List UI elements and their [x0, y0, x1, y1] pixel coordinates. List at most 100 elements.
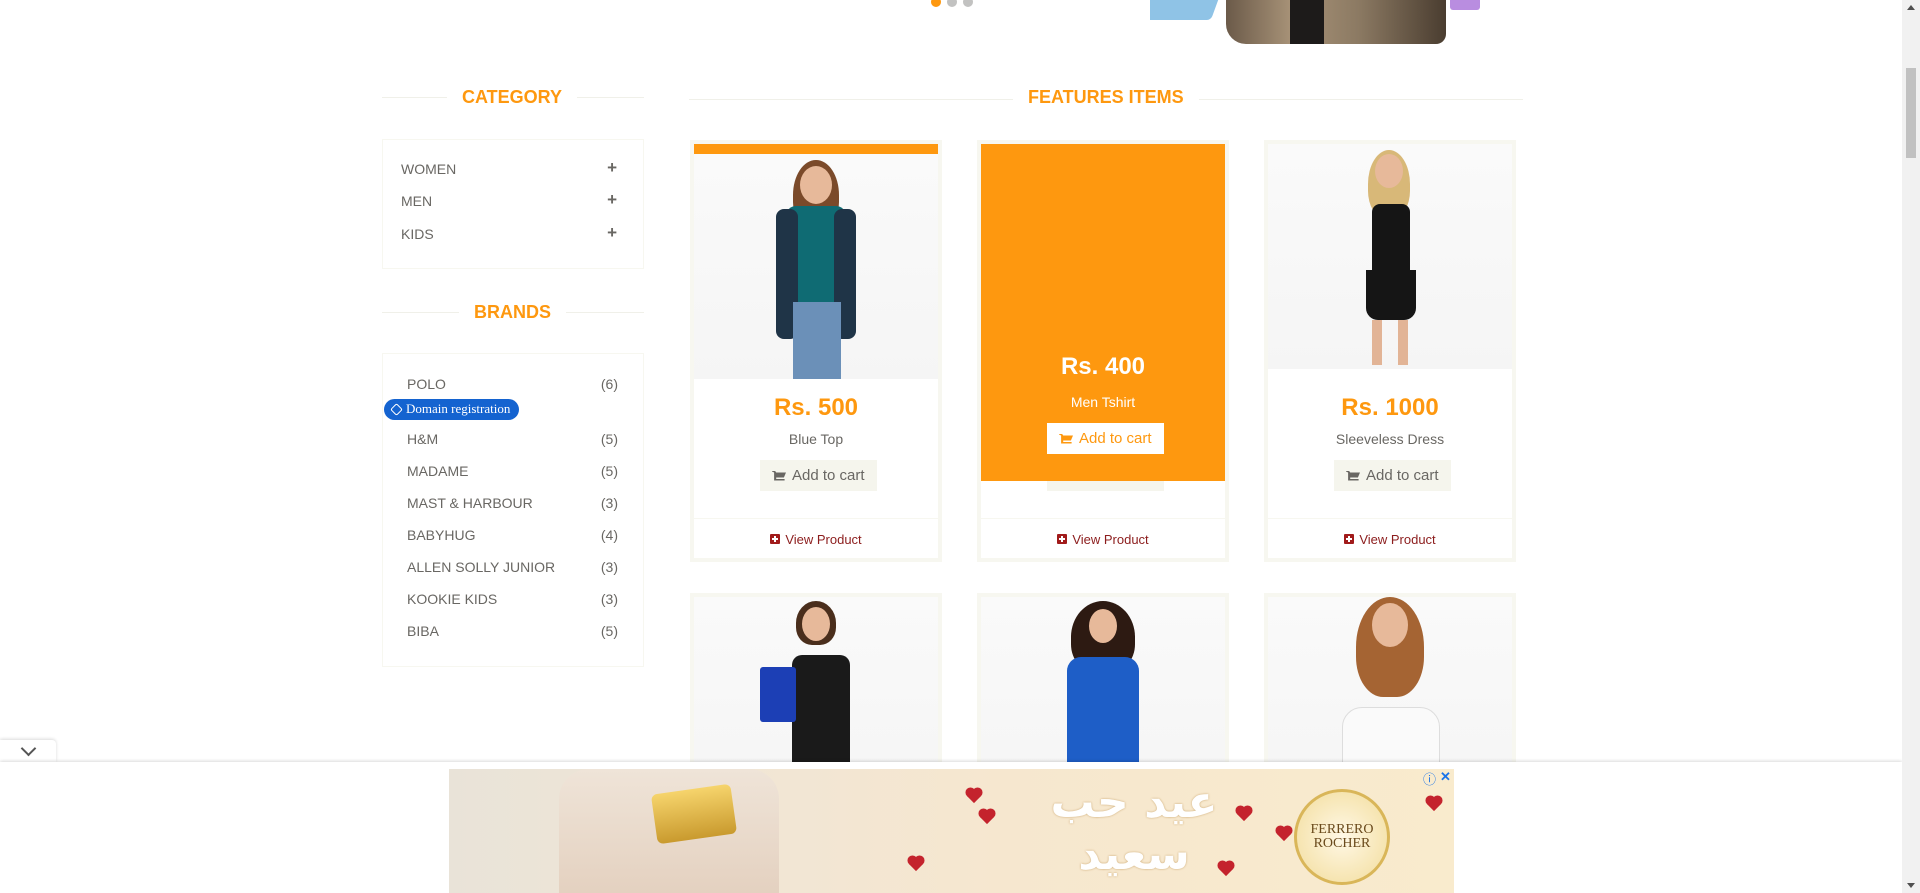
- brand-item-mast-harbour[interactable]: MAST & HARBOUR (3): [407, 495, 618, 511]
- product-name: Sleeveless Dress: [1335, 431, 1445, 447]
- product-price: Rs. 500: [773, 394, 859, 421]
- heart-icon: [979, 809, 995, 825]
- plus-square-icon: [1344, 534, 1355, 544]
- plus-square-icon: [770, 534, 781, 544]
- add-to-cart-button[interactable]: Add to cart: [1334, 460, 1451, 491]
- brand-item-babyhug[interactable]: BABYHUG (4): [407, 527, 618, 543]
- domain-registration-tag[interactable]: Domain registration: [384, 399, 520, 420]
- brand-label[interactable]: ALLEN SOLLY JUNIOR: [407, 559, 555, 575]
- brand-item-polo[interactable]: POLO (6): [407, 376, 618, 392]
- brand-label[interactable]: H&M: [407, 431, 438, 447]
- tag-icon: [390, 402, 403, 416]
- view-product-label[interactable]: View Product: [1359, 532, 1435, 547]
- brand-label[interactable]: MADAME: [407, 463, 468, 479]
- brand-label[interactable]: BIBA: [407, 623, 439, 639]
- ad-headline: عيد حب سعيد: [1050, 777, 1218, 880]
- product-overlay[interactable]: Rs. 400 Men Tshirt Add to cart: [981, 144, 1225, 481]
- view-product-label[interactable]: View Product: [1072, 532, 1148, 547]
- brand-item-allen-solly-junior[interactable]: ALLEN SOLLY JUNIOR (3): [407, 559, 618, 575]
- product-card: Add to cart Rs. 400 Men Tshirt Add to ca…: [977, 140, 1229, 562]
- hover-strip: [694, 144, 938, 154]
- slider-image: [1150, 0, 1500, 44]
- brand-label[interactable]: BABYHUG: [407, 527, 475, 543]
- heart-icon: [1426, 796, 1442, 812]
- category-item-women[interactable]: WOMEN +: [401, 159, 617, 177]
- shopping-cart-icon: [1346, 470, 1360, 481]
- brands-heading: BRANDS: [459, 302, 567, 323]
- category-label[interactable]: MEN: [401, 193, 432, 209]
- product-price: Rs. 400: [1060, 353, 1146, 380]
- plus-icon[interactable]: +: [607, 224, 617, 242]
- product-name: Men Tshirt: [1070, 394, 1136, 410]
- shopping-bag-image: [1150, 0, 1230, 20]
- plus-square-icon: [1057, 534, 1068, 544]
- collapse-ad-button[interactable]: [0, 740, 56, 762]
- brand-label[interactable]: KOOKIE KIDS: [407, 591, 497, 607]
- close-icon[interactable]: ✕: [1440, 769, 1451, 788]
- brand-count: (5): [600, 463, 618, 479]
- view-product-link[interactable]: View Product: [694, 518, 938, 558]
- brand-label[interactable]: POLO: [407, 376, 446, 392]
- category-item-men[interactable]: MEN +: [401, 191, 617, 209]
- ferrero-rocher-logo: FERRERO ROCHER: [1294, 789, 1390, 885]
- view-product-link[interactable]: View Product: [981, 518, 1225, 558]
- brand-count: (5): [600, 431, 618, 447]
- coat-shadow: [1290, 0, 1324, 44]
- brand-item-hm[interactable]: H&M (5): [407, 431, 618, 447]
- slider-dot-2[interactable]: [947, 0, 957, 7]
- slider-dot-1[interactable]: [931, 0, 941, 7]
- product-card: Rs. 1000 Sleeveless Dress Add to cart Vi…: [1264, 140, 1516, 562]
- brand-count: (4): [600, 527, 618, 543]
- brand-item-biba[interactable]: BIBA (5): [407, 623, 618, 639]
- logo-line: FERRERO: [1310, 822, 1374, 837]
- view-product-label[interactable]: View Product: [785, 532, 861, 547]
- page: CATEGORY WOMEN + MEN + KIDS + BRANDS POL…: [0, 0, 1902, 893]
- brand-count: (3): [600, 495, 618, 511]
- product-name: Blue Top: [788, 431, 844, 447]
- plus-icon[interactable]: +: [607, 159, 617, 177]
- product-price: Rs. 1000: [1341, 394, 1439, 421]
- chevron-down-icon: [20, 740, 36, 757]
- add-to-cart-button[interactable]: Add to cart: [760, 460, 877, 491]
- ad-banner[interactable]: عيد حب سعيد FERRERO ROCHER: [449, 769, 1454, 893]
- add-to-cart-button[interactable]: Add to cart: [1047, 423, 1164, 454]
- model-coat-image: [1226, 0, 1446, 44]
- brand-item-madame[interactable]: MADAME (5): [407, 463, 618, 479]
- scrollbar-thumb[interactable]: [1906, 68, 1916, 158]
- brand-count: (6): [600, 376, 618, 392]
- shopping-cart-icon: [1059, 433, 1073, 444]
- category-heading: CATEGORY: [447, 87, 578, 108]
- product-image: [1268, 144, 1512, 369]
- brand-count: (3): [600, 559, 618, 575]
- product-card: Rs. 500 Blue Top Add to cart View Produc…: [690, 140, 942, 562]
- heart-icon: [908, 856, 924, 872]
- heart-icon: [1276, 826, 1292, 842]
- vertical-scrollbar[interactable]: [1902, 0, 1920, 893]
- shopping-cart-icon: [772, 470, 786, 481]
- category-label[interactable]: WOMEN: [401, 161, 456, 177]
- tag-label[interactable]: Domain registration: [406, 401, 510, 417]
- category-label[interactable]: KIDS: [401, 226, 434, 242]
- heart-icon: [966, 788, 982, 804]
- brand-label[interactable]: MAST & HARBOUR: [407, 495, 533, 511]
- brand-count: (3): [600, 591, 618, 607]
- add-to-cart-label[interactable]: Add to cart: [1079, 430, 1152, 447]
- scroll-up-icon[interactable]: [1907, 5, 1915, 10]
- ad-controls: ⓘ ✕: [1423, 769, 1451, 788]
- info-icon[interactable]: ⓘ: [1423, 769, 1436, 788]
- brand-item-kookie-kids[interactable]: KOOKIE KIDS (3): [407, 591, 618, 607]
- slider-dot-3[interactable]: [963, 0, 973, 7]
- brand-count: (5): [600, 623, 618, 639]
- slider-dots: [931, 0, 973, 7]
- category-item-kids[interactable]: KIDS +: [401, 224, 617, 242]
- category-panel: WOMEN + MEN + KIDS +: [382, 139, 644, 269]
- shopping-bag-image: [1450, 0, 1480, 10]
- logo-line: ROCHER: [1313, 836, 1371, 851]
- scroll-down-icon[interactable]: [1907, 883, 1915, 888]
- plus-icon[interactable]: +: [607, 191, 617, 209]
- view-product-link[interactable]: View Product: [1268, 518, 1512, 558]
- features-heading: FEATURES ITEMS: [1013, 87, 1199, 108]
- product-image: [694, 154, 938, 379]
- add-to-cart-label[interactable]: Add to cart: [1366, 467, 1439, 484]
- add-to-cart-label[interactable]: Add to cart: [792, 467, 865, 484]
